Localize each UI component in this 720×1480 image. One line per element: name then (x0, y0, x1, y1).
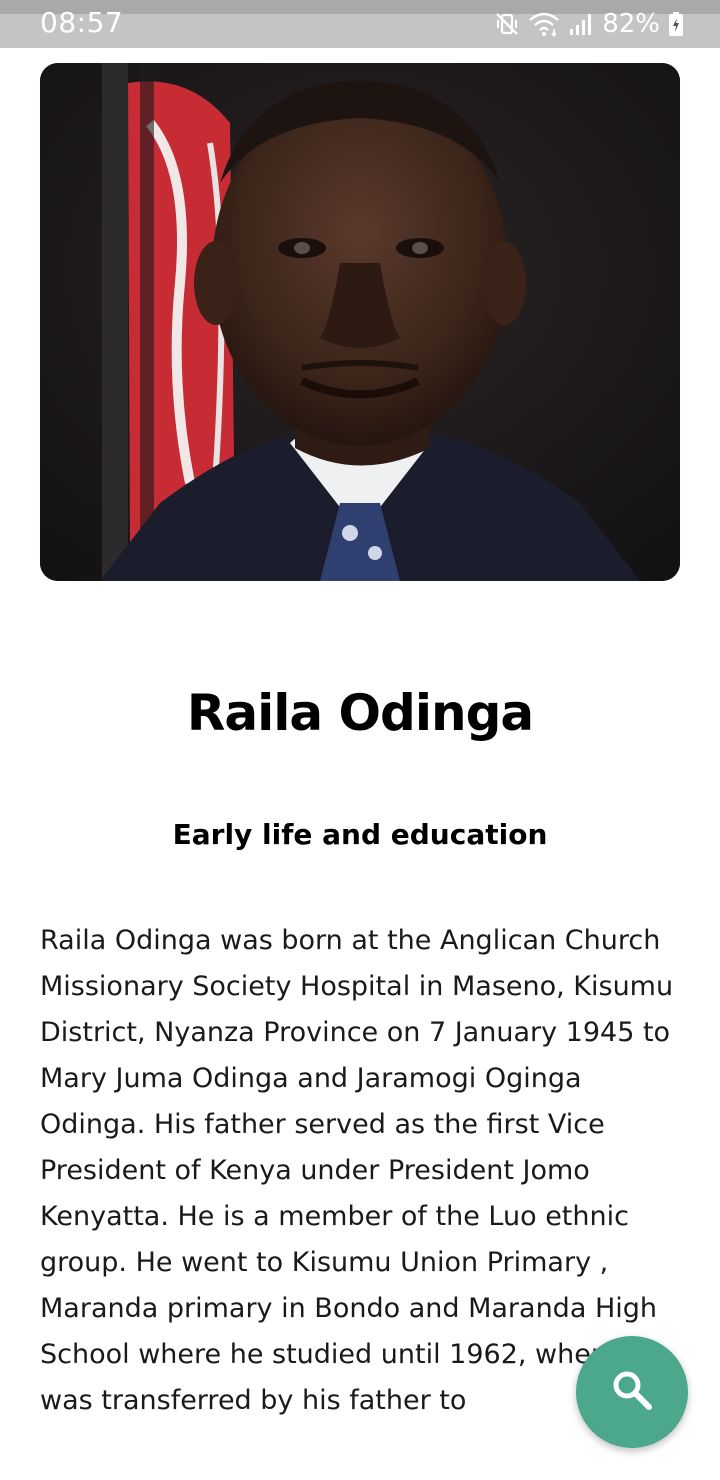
portrait-photo (40, 63, 680, 581)
vibrate-mute-icon (494, 11, 520, 37)
wifi-icon (528, 11, 560, 37)
search-button[interactable] (576, 1336, 688, 1448)
battery-charging-icon (668, 11, 684, 37)
signal-icon (568, 11, 594, 37)
status-bar: 08:57 82% (0, 0, 720, 48)
article-body: Raila Odinga was born at the Anglican Ch… (40, 925, 674, 1416)
search-icon (610, 1368, 654, 1416)
status-time: 08:57 (40, 6, 124, 39)
portrait-illustration (40, 63, 680, 581)
page-title: Raila Odinga (186, 684, 534, 742)
section-heading: Early life and education (172, 818, 548, 851)
status-icons: 82% (494, 6, 684, 42)
battery-percent: 82% (602, 9, 660, 39)
